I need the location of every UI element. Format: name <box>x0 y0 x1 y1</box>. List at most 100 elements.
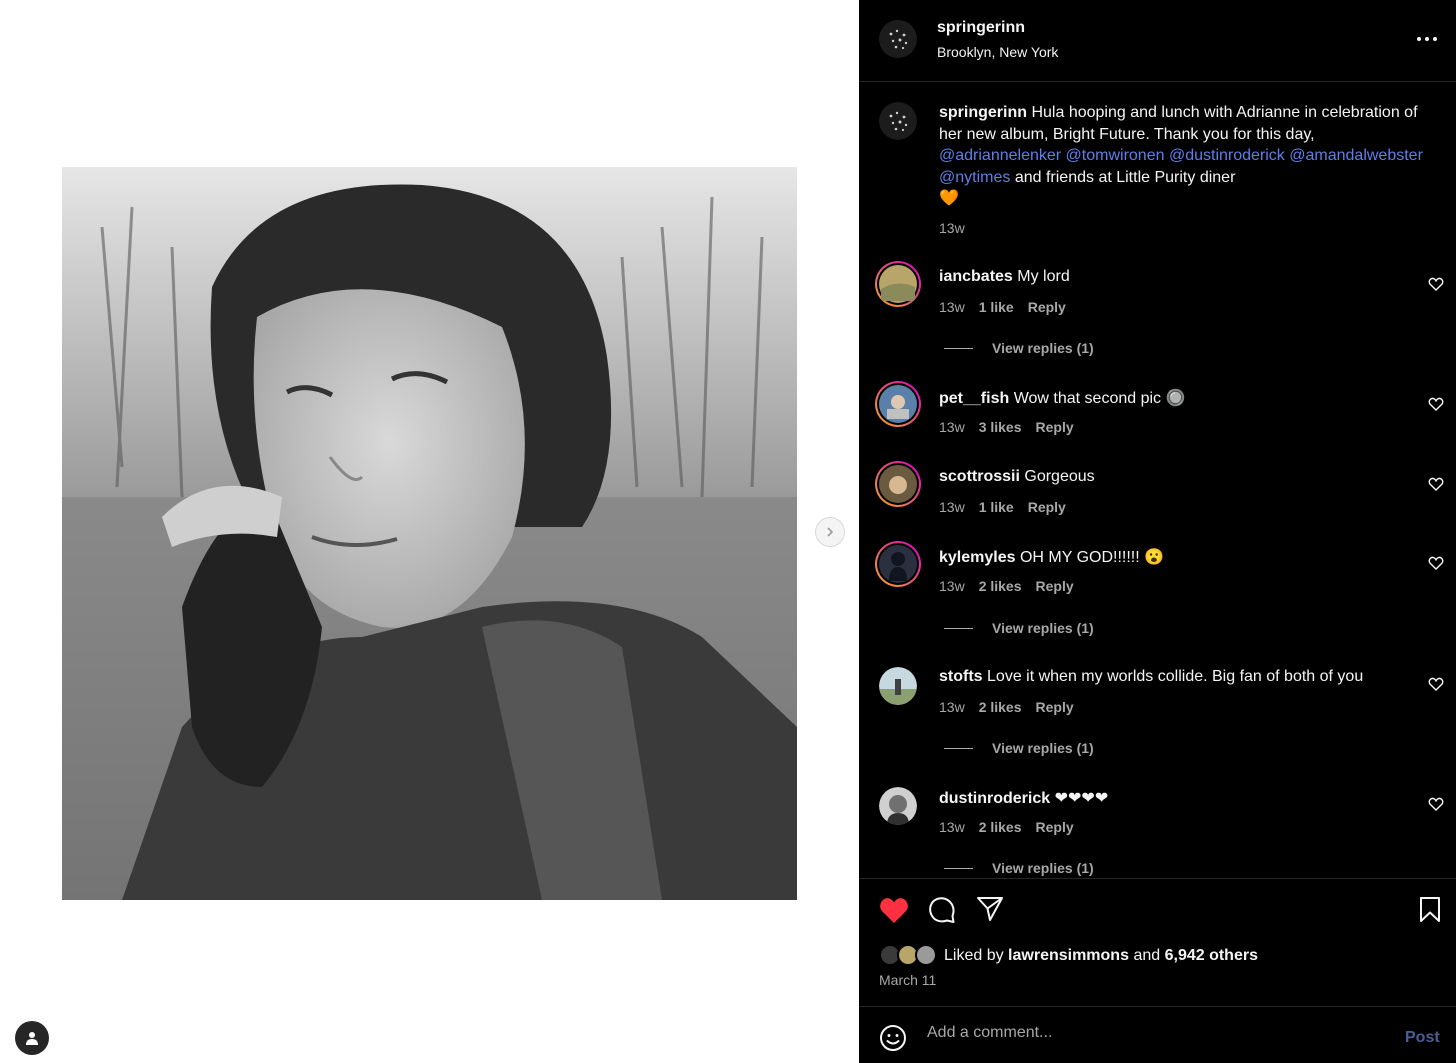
caption-emoji: 🧡 <box>939 190 959 208</box>
mention-link[interactable]: @adriannelenker <box>939 147 1061 164</box>
commenter-avatar[interactable] <box>879 667 917 705</box>
comment-likes[interactable]: 1 like <box>979 499 1014 515</box>
liked-by-others[interactable]: 6,942 others <box>1165 947 1258 964</box>
chevron-right-icon <box>827 527 834 537</box>
more-options-button[interactable] <box>1414 24 1440 54</box>
comment-meta: 13w 3 likes Reply <box>939 419 1074 435</box>
post-details-pane: springerinn Brooklyn, New York springeri… <box>859 0 1456 1063</box>
divider-line <box>944 627 973 629</box>
reply-button[interactable]: Reply <box>1036 419 1074 435</box>
view-replies-label: View replies (1) <box>992 860 1094 876</box>
reply-button[interactable]: Reply <box>1028 499 1066 515</box>
comment-icon[interactable] <box>928 896 956 924</box>
comment-meta: 13w 2 likes Reply <box>939 699 1074 715</box>
next-image-button[interactable] <box>815 517 845 547</box>
comment-username[interactable]: dustinroderick <box>939 790 1050 807</box>
mention-link[interactable]: @amandalwebster <box>1289 147 1423 164</box>
comment-likes[interactable]: 3 likes <box>979 419 1022 435</box>
avatar-image <box>877 263 919 305</box>
post-caption: springerinn Hula hooping and lunch with … <box>939 102 1429 210</box>
portrait-image <box>62 167 797 900</box>
commenter-avatar[interactable] <box>875 541 921 587</box>
comment-4: kylemyles OH MY GOD!!!!!! 😮 <box>939 547 1164 567</box>
reply-button[interactable]: Reply <box>1028 299 1066 315</box>
post-comment-button[interactable]: Post <box>1405 1029 1440 1047</box>
liked-by-user[interactable]: lawrensimmons <box>1008 947 1129 964</box>
comment-like-heart-icon[interactable] <box>1428 476 1444 492</box>
avatar-image <box>879 667 917 705</box>
comment-like-heart-icon[interactable] <box>1428 276 1444 292</box>
avatar-image <box>877 383 919 425</box>
commenter-avatar[interactable] <box>875 461 921 507</box>
view-replies-label: View replies (1) <box>992 620 1094 636</box>
view-replies-button[interactable]: View replies (1) <box>944 620 1094 636</box>
comment-input[interactable] <box>927 1024 1327 1042</box>
avatar-image <box>879 787 917 825</box>
commenter-avatar[interactable] <box>875 381 921 427</box>
author-avatar[interactable] <box>879 20 917 58</box>
comment-time[interactable]: 13w <box>939 819 965 835</box>
comment-time[interactable]: 13w <box>939 419 965 435</box>
comment-likes[interactable]: 1 like <box>979 299 1014 315</box>
caption-avatar[interactable] <box>879 102 917 140</box>
view-replies-button[interactable]: View replies (1) <box>944 340 1094 356</box>
emoji-icon[interactable] <box>879 1024 907 1052</box>
comment-time[interactable]: 13w <box>939 299 965 315</box>
liked-by-prefix: Liked by <box>944 947 1004 964</box>
comment-likes[interactable]: 2 likes <box>979 819 1022 835</box>
comment-meta: 13w 1 like Reply <box>939 299 1066 315</box>
comment-meta: 13w 2 likes Reply <box>939 819 1074 835</box>
post-location[interactable]: Brooklyn, New York <box>937 44 1058 60</box>
like-heart-icon[interactable] <box>879 896 909 924</box>
view-replies-label: View replies (1) <box>992 340 1094 356</box>
divider-line <box>944 747 973 749</box>
caption-username[interactable]: springerinn <box>939 104 1027 121</box>
comment-time[interactable]: 13w <box>939 699 965 715</box>
comment-time[interactable]: 13w <box>939 578 965 594</box>
reply-button[interactable]: Reply <box>1036 699 1074 715</box>
comment-body: OH MY GOD!!!!!! 😮 <box>1019 549 1165 566</box>
comment-likes[interactable]: 2 likes <box>979 578 1022 594</box>
comment-time[interactable]: 13w <box>939 499 965 515</box>
avatar-image <box>879 102 917 140</box>
bookmark-icon[interactable] <box>1419 896 1441 923</box>
post-photo[interactable] <box>62 167 797 900</box>
caption-time[interactable]: 13w <box>939 220 965 236</box>
comment-likes[interactable]: 2 likes <box>979 699 1022 715</box>
post-date[interactable]: March 11 <box>879 972 936 988</box>
comment-meta: 13w 2 likes Reply <box>939 578 1074 594</box>
commenter-avatar[interactable] <box>875 261 921 307</box>
author-username[interactable]: springerinn <box>937 19 1025 37</box>
avatar-image <box>877 543 919 585</box>
comment-like-heart-icon[interactable] <box>1428 676 1444 692</box>
comment-username[interactable]: pet__fish <box>939 390 1009 407</box>
view-replies-button[interactable]: View replies (1) <box>944 860 1094 876</box>
mention-link[interactable]: @nytimes <box>939 169 1010 186</box>
comment-username[interactable]: kylemyles <box>939 549 1016 566</box>
comment-like-heart-icon[interactable] <box>1428 555 1444 571</box>
reply-button[interactable]: Reply <box>1036 819 1074 835</box>
mention-link[interactable]: @tomwironen <box>1066 147 1165 164</box>
more-icon <box>1417 37 1437 41</box>
user-icon <box>26 1032 38 1045</box>
comment-username[interactable]: scottrossii <box>939 468 1020 485</box>
share-icon[interactable] <box>976 896 1004 922</box>
comment-body: Love it when my worlds collide. Big fan … <box>987 668 1364 685</box>
caption-text-end: and friends at Little Purity diner <box>1014 168 1236 186</box>
account-button[interactable] <box>15 1021 49 1055</box>
comment-body: Wow that second pic 🔘 <box>1013 390 1186 407</box>
mention-link[interactable]: @dustinroderick <box>1169 147 1285 164</box>
comment-like-heart-icon[interactable] <box>1428 396 1444 412</box>
liked-by-text: Liked by lawrensimmons and 6,942 others <box>944 947 1258 965</box>
view-replies-button[interactable]: View replies (1) <box>944 740 1094 756</box>
commenter-avatar[interactable] <box>879 787 917 825</box>
comment-meta: 13w 1 like Reply <box>939 499 1066 515</box>
avatar-image <box>877 463 919 505</box>
divider-line <box>944 867 973 869</box>
comment-2: pet__fish Wow that second pic 🔘 <box>939 388 1185 408</box>
reply-button[interactable]: Reply <box>1036 578 1074 594</box>
comment-like-heart-icon[interactable] <box>1428 796 1444 812</box>
comment-body: My lord <box>1017 268 1070 285</box>
comment-username[interactable]: stofts <box>939 668 983 685</box>
comment-username[interactable]: iancbates <box>939 268 1013 285</box>
